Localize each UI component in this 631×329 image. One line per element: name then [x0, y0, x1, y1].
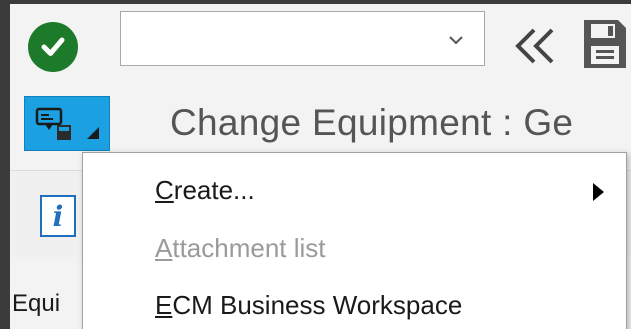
page-title: Change Equipment : Ge	[170, 102, 574, 143]
menu-item-ecm-business-workspace[interactable]: ECM Business Workspace	[83, 280, 626, 329]
menu-item-attachment-list-label: Attachment list	[155, 233, 326, 264]
floppy-disk-icon[interactable]	[582, 18, 628, 70]
services-context-menu: Create... Attachment list ECM Business W…	[82, 152, 627, 329]
command-history-dropdown[interactable]	[446, 30, 466, 50]
menu-item-ecm-label: ECM Business Workspace	[155, 290, 462, 321]
equipment-field-label: Equi	[12, 290, 61, 317]
menu-item-create-text: reate...	[173, 175, 255, 205]
submenu-arrow-icon	[593, 183, 604, 201]
enter-button[interactable]	[28, 22, 78, 72]
menu-item-attachment-list-text: ttachment list	[172, 233, 326, 263]
chevron-down-icon	[449, 36, 463, 45]
menu-item-create-label: Create...	[155, 175, 255, 206]
info-icon: i	[52, 199, 64, 233]
menu-item-ecm-mnemonic: E	[155, 290, 173, 320]
menu-item-create-mnemonic: C	[155, 175, 174, 205]
menu-item-attachment-list: Attachment list	[83, 223, 626, 279]
services-for-object-button[interactable]	[24, 96, 110, 151]
menu-item-attachment-list-mnemonic: A	[155, 233, 173, 263]
info-button[interactable]: i	[40, 195, 76, 237]
system-toolbar	[10, 4, 631, 84]
sap-window: Change Equipment : Ge i Equi Create... A…	[10, 4, 631, 329]
menu-item-create[interactable]: Create...	[83, 165, 626, 221]
double-chevron-left-icon[interactable]	[512, 26, 558, 66]
check-circle-icon	[41, 37, 65, 56]
menu-item-ecm-text: CM Business Workspace	[172, 290, 463, 320]
command-field[interactable]	[120, 11, 485, 66]
services-for-object-icon	[35, 107, 99, 140]
